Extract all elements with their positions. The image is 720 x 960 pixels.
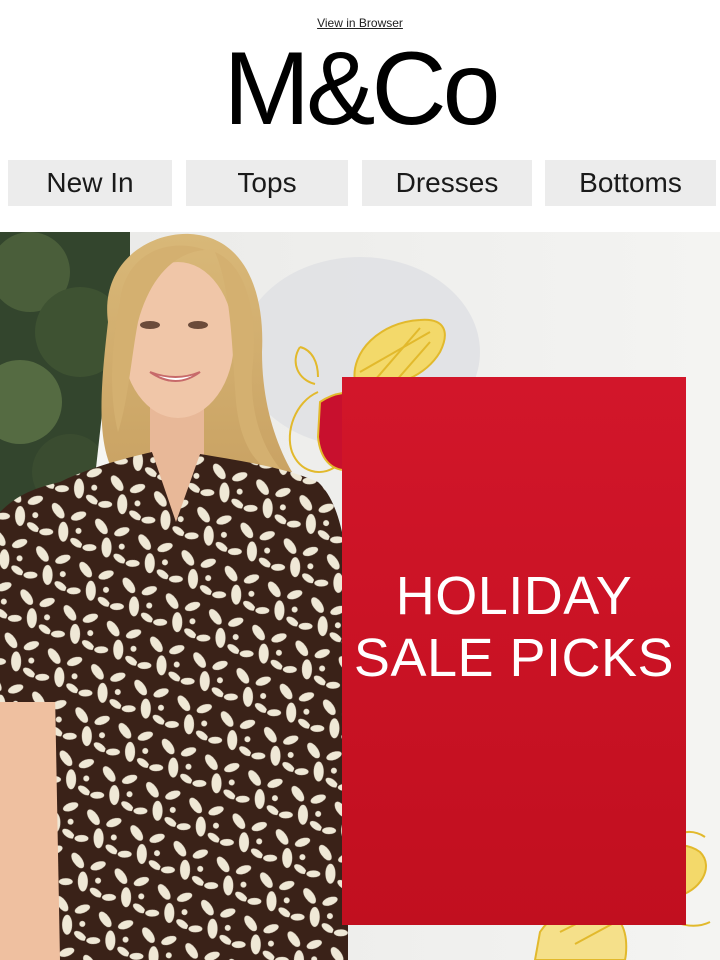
- sale-headline-line2: SALE PICKS: [353, 628, 675, 688]
- view-in-browser: View in Browser: [0, 16, 720, 30]
- hero-banner[interactable]: HOLIDAY SALE PICKS: [0, 232, 720, 960]
- view-in-browser-link[interactable]: View in Browser: [317, 16, 403, 30]
- nav-new-in-button[interactable]: New In: [8, 160, 172, 206]
- sale-headline-line1: HOLIDAY: [395, 566, 633, 626]
- nav-tops-button[interactable]: Tops: [186, 160, 348, 206]
- brand-logo[interactable]: M&Co: [0, 34, 720, 144]
- main-navigation: New In Tops Dresses Bottoms: [8, 160, 716, 206]
- nav-bottoms-button[interactable]: Bottoms: [545, 160, 716, 206]
- sale-headline: HOLIDAY SALE PICKS: [342, 565, 686, 689]
- nav-dresses-button[interactable]: Dresses: [362, 160, 532, 206]
- sale-banner-box[interactable]: HOLIDAY SALE PICKS: [342, 377, 686, 925]
